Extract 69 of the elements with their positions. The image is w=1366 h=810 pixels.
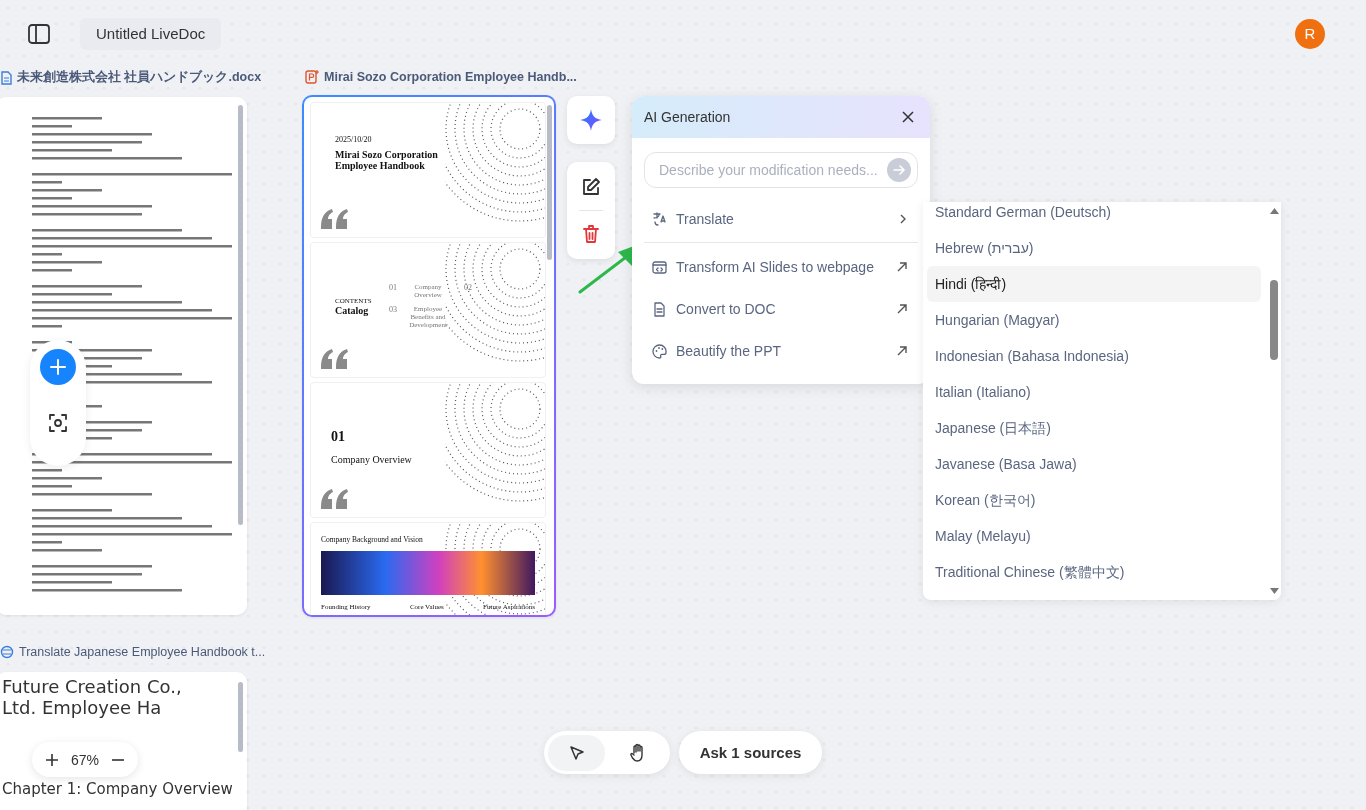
scroll-up-icon <box>1269 208 1279 214</box>
external-link-icon <box>896 303 908 315</box>
scrollbar[interactable] <box>238 105 243 525</box>
language-option[interactable]: Korean (한국어) <box>927 482 1261 518</box>
scrollbar[interactable] <box>1267 202 1281 600</box>
plus-icon <box>45 752 59 767</box>
prompt-input[interactable]: Describe your modification needs... <box>657 161 887 179</box>
translate-icon <box>652 211 667 227</box>
prompt-field[interactable]: Describe your modification needs... <box>644 152 918 188</box>
trash-icon <box>581 224 601 244</box>
scrollbar[interactable] <box>547 105 552 260</box>
external-link-icon <box>896 345 908 357</box>
close-button[interactable] <box>900 109 916 125</box>
add-button[interactable] <box>40 349 76 385</box>
sidebar-toggle-icon[interactable] <box>28 24 50 44</box>
edit-icon <box>581 177 601 197</box>
language-option[interactable]: Javanese (Basa Jawa) <box>927 446 1261 482</box>
language-option[interactable]: Japanese (日本語) <box>927 410 1261 446</box>
palette-icon <box>652 343 667 359</box>
minus-icon <box>111 758 125 761</box>
language-option[interactable]: Hungarian (Magyar) <box>927 302 1261 338</box>
zoom-level: 67% <box>70 751 99 768</box>
globe-icon <box>0 645 14 659</box>
cursor-icon <box>567 743 586 762</box>
card-title[interactable]: Mirai Sozo Corporation Employee Handb... <box>324 69 577 84</box>
slide-thumbnail[interactable]: 2025/10/20 Mirai Sozo Corporation Employee Handbook <box>310 102 546 238</box>
document-title[interactable]: Untitled LiveDoc <box>80 18 222 50</box>
card-title[interactable]: 未来創造株式会社 社員ハンドブック.docx <box>17 69 262 86</box>
menu-item[interactable]: Beautify the PPT <box>632 330 930 372</box>
arrow-right-icon <box>892 163 906 177</box>
scan-icon <box>48 413 68 433</box>
entry-number: 03 <box>389 305 397 314</box>
language-option[interactable]: Hindi (हिन्दी) <box>927 266 1261 302</box>
slide-title: Mirai Sozo Corporation Employee Handbook <box>335 149 439 171</box>
ask-sources-button[interactable]: Ask 1 sources <box>679 731 822 774</box>
scroll-down-icon <box>1269 588 1279 594</box>
sparkle-icon <box>579 108 603 132</box>
language-option[interactable]: Indonesian (Bahasa Indonesia) <box>927 338 1261 374</box>
panel-title: AI Generation <box>644 109 731 125</box>
section-title: Company Overview <box>331 454 412 465</box>
plus-icon <box>49 358 67 376</box>
scrollbar[interactable] <box>238 682 243 752</box>
slides-card[interactable] <box>302 95 556 617</box>
slide-thumbnail[interactable]: 01 Company Overview <box>310 382 546 518</box>
chevron-right-icon <box>898 213 908 225</box>
document-subheading: Chapter 1: Company Overview <box>2 780 234 798</box>
document-icon <box>652 301 667 317</box>
ai-button[interactable] <box>567 96 615 144</box>
scrollbar-thumb[interactable] <box>1270 280 1278 360</box>
pointer-tool[interactable] <box>548 734 605 771</box>
language-option[interactable]: Hebrew (עברית) <box>927 230 1261 266</box>
document-heading: Future Creation Co., Ltd. Employee Ha <box>2 676 183 718</box>
menu-item[interactable]: Convert to DOC <box>632 288 930 330</box>
presentation-icon <box>305 69 319 84</box>
card-title[interactable]: Translate Japanese Employee Handbook t... <box>19 645 266 659</box>
language-option[interactable]: Italian (Italiano) <box>927 374 1261 410</box>
close-icon <box>902 111 914 123</box>
menu-item[interactable]: Transform AI Slides to webpage <box>632 246 930 288</box>
language-option[interactable]: Traditional Chinese (繁體中文) <box>927 554 1261 590</box>
code-window-icon <box>652 259 667 275</box>
slide-date: 2025/10/20 <box>335 135 372 144</box>
section-number: 01 <box>331 429 345 445</box>
language-option[interactable]: Standard German (Deutsch) <box>927 202 1261 230</box>
external-link-icon <box>896 261 908 273</box>
language-option[interactable]: Malay (Melayu) <box>927 518 1261 554</box>
entry-number: 01 <box>389 283 397 292</box>
slide-title: Catalog <box>335 305 370 316</box>
entry-number: 02 <box>464 283 472 292</box>
document-icon <box>0 70 12 85</box>
